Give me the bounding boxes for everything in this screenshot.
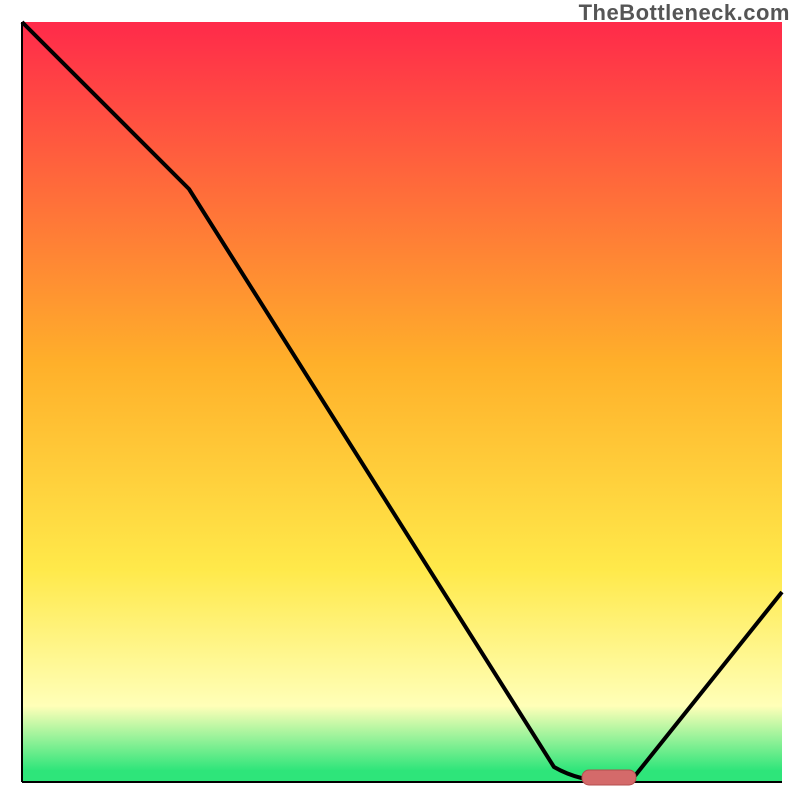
bottleneck-chart <box>0 0 800 800</box>
attribution-label: TheBottleneck.com <box>579 0 790 26</box>
optimum-marker <box>582 770 636 785</box>
chart-container: TheBottleneck.com <box>0 0 800 800</box>
